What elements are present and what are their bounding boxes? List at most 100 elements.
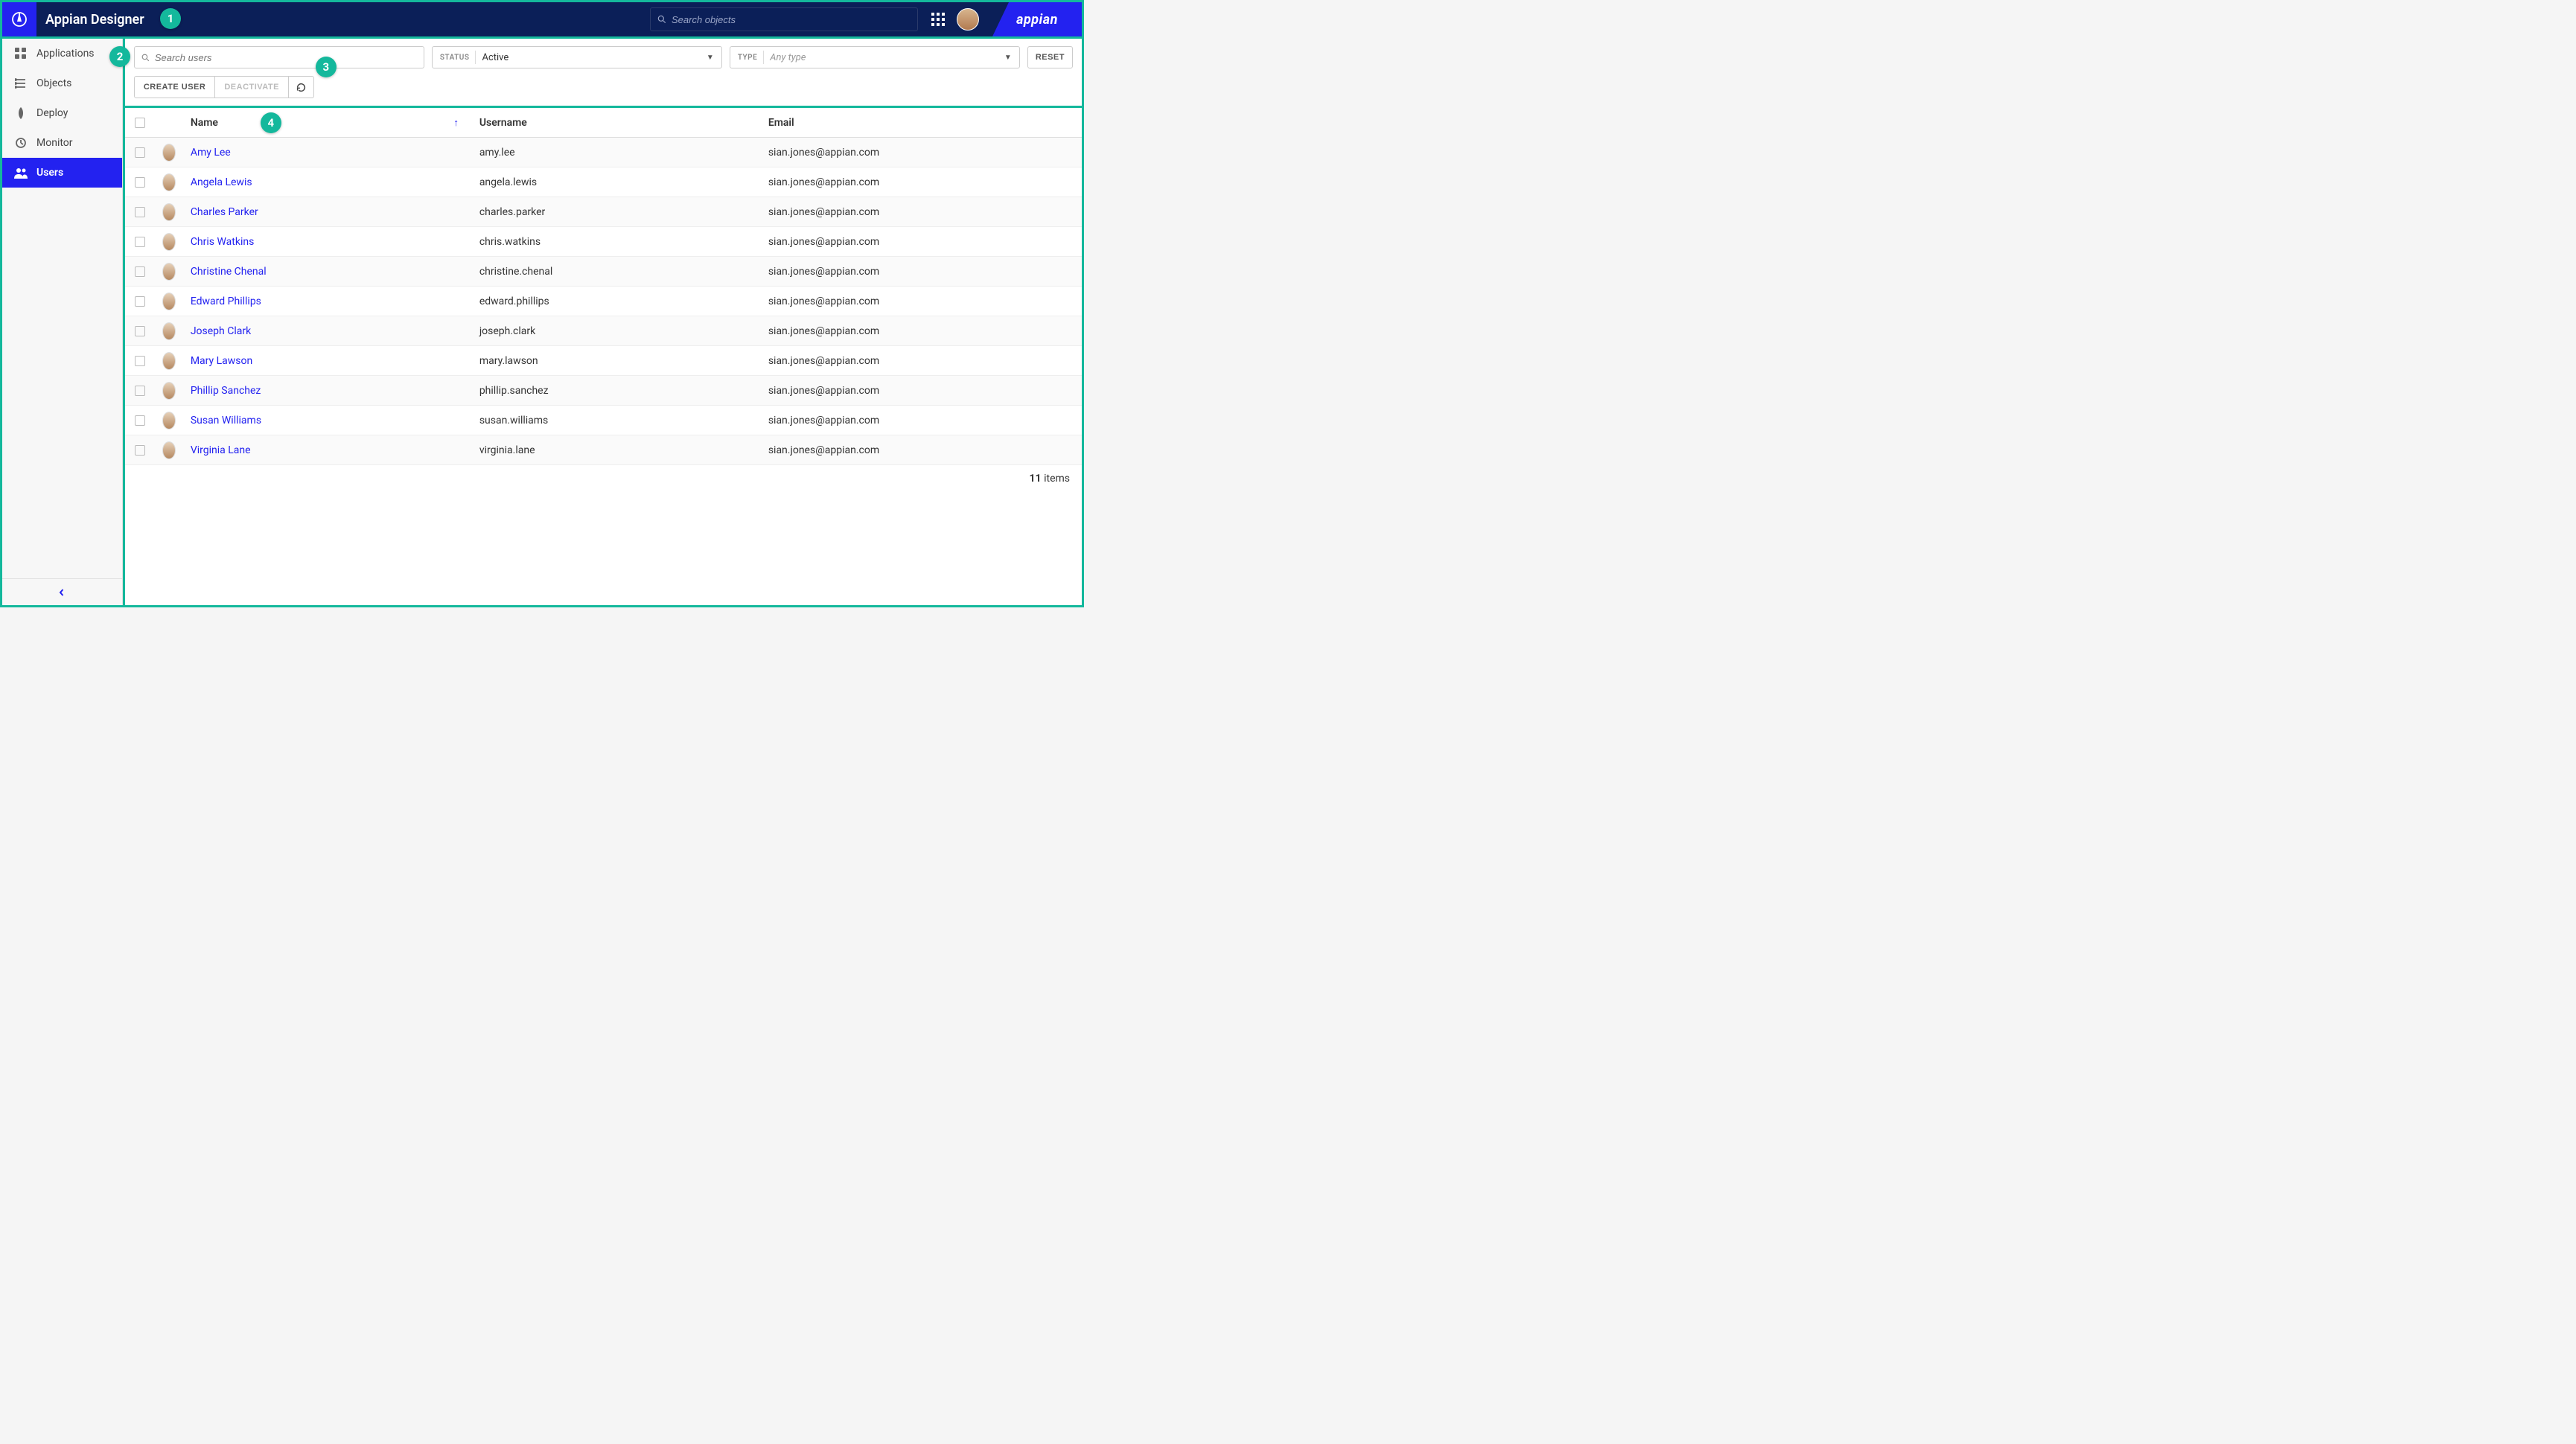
row-checkbox[interactable] <box>135 386 145 396</box>
row-checkbox[interactable] <box>135 296 145 307</box>
sidebar-item-monitor[interactable]: Monitor <box>2 128 122 158</box>
table-row: Amy Lee amy.lee sian.jones@appian.com <box>125 138 1082 167</box>
user-name-link[interactable]: Amy Lee <box>191 147 231 159</box>
select-all-checkbox[interactable] <box>135 118 145 128</box>
table-row: Susan Williams susan.williams sian.jones… <box>125 406 1082 435</box>
row-checkbox[interactable] <box>135 237 145 247</box>
row-checkbox[interactable] <box>135 326 145 336</box>
search-icon <box>141 53 150 63</box>
refresh-button[interactable] <box>289 76 314 98</box>
user-avatar[interactable] <box>957 8 979 31</box>
app-logo[interactable] <box>2 2 36 36</box>
items-count: 11 <box>1030 473 1042 485</box>
user-name-link[interactable]: Edward Phillips <box>191 295 261 307</box>
actions-row: CREATE USER DEACTIVATE <box>125 68 1082 106</box>
column-email[interactable]: Email <box>761 117 1082 129</box>
sidebar-item-label: Users <box>36 167 63 179</box>
callout-4: 4 <box>261 112 281 133</box>
sidebar: 2 Applications Objects Deploy <box>2 39 123 605</box>
sidebar-collapse[interactable] <box>2 578 122 605</box>
compass-icon <box>10 10 28 28</box>
status-select[interactable]: STATUS Active ▼ <box>432 46 722 68</box>
global-search-input[interactable] <box>672 14 911 25</box>
content-pane: 3 STATUS Active ▼ TYPE <box>123 39 1082 605</box>
sidebar-item-label: Objects <box>36 77 71 89</box>
user-name-link[interactable]: Phillip Sanchez <box>191 385 261 397</box>
user-name-link[interactable]: Christine Chenal <box>191 266 267 278</box>
search-icon <box>657 14 667 25</box>
sidebar-item-label: Deploy <box>36 107 68 119</box>
sidebar-item-applications[interactable]: Applications <box>2 39 122 68</box>
caret-down-icon: ▼ <box>707 54 714 62</box>
table-row: Virginia Lane virginia.lane sian.jones@a… <box>125 435 1082 465</box>
table-row: Christine Chenal christine.chenal sian.j… <box>125 257 1082 287</box>
user-name-link[interactable]: Charles Parker <box>191 206 258 218</box>
user-avatar-sm <box>162 263 176 281</box>
user-name-link[interactable]: Susan Williams <box>191 415 261 427</box>
user-email: sian.jones@appian.com <box>768 385 879 397</box>
row-checkbox[interactable] <box>135 266 145 277</box>
user-name-link[interactable]: Mary Lawson <box>191 355 252 367</box>
type-value: Any type <box>770 52 806 63</box>
user-username: charles.parker <box>479 206 546 218</box>
row-checkbox[interactable] <box>135 445 145 456</box>
create-user-button[interactable]: CREATE USER <box>134 76 216 98</box>
user-search[interactable] <box>134 46 424 68</box>
app-title: Appian Designer <box>45 12 144 28</box>
user-search-input[interactable] <box>155 52 418 63</box>
callout-3: 3 <box>316 57 337 77</box>
table-row: Joseph Clark joseph.clark sian.jones@app… <box>125 316 1082 346</box>
user-username: susan.williams <box>479 415 548 427</box>
type-select[interactable]: TYPE Any type ▼ <box>730 46 1020 68</box>
sidebar-item-label: Applications <box>36 48 95 60</box>
user-avatar-sm <box>162 203 176 221</box>
user-avatar-sm <box>162 144 176 162</box>
table-row: Mary Lawson mary.lawson sian.jones@appia… <box>125 346 1082 376</box>
user-username: mary.lawson <box>479 355 538 367</box>
user-avatar-sm <box>162 322 176 340</box>
user-avatar-sm <box>162 173 176 191</box>
reset-button[interactable]: RESET <box>1027 46 1073 68</box>
brand-badge: appian <box>992 2 1082 36</box>
status-value: Active <box>482 52 508 63</box>
user-name-link[interactable]: Joseph Clark <box>191 325 251 337</box>
objects-icon <box>14 77 28 89</box>
refresh-icon <box>296 83 306 92</box>
table-row: Angela Lewis angela.lewis sian.jones@app… <box>125 167 1082 197</box>
user-username: phillip.sanchez <box>479 385 549 397</box>
row-checkbox[interactable] <box>135 207 145 217</box>
type-label: TYPE <box>738 54 757 62</box>
applications-icon <box>14 48 28 60</box>
chevron-left-icon <box>58 589 66 596</box>
column-name[interactable]: Name ↑ <box>183 117 472 129</box>
caret-down-icon: ▼ <box>1004 54 1012 62</box>
monitor-icon <box>14 137 28 149</box>
user-email: sian.jones@appian.com <box>768 444 879 456</box>
row-checkbox[interactable] <box>135 356 145 366</box>
user-avatar-sm <box>162 233 176 251</box>
user-name-link[interactable]: Chris Watkins <box>191 236 255 248</box>
deploy-icon <box>14 107 28 119</box>
user-email: sian.jones@appian.com <box>768 295 879 307</box>
row-checkbox[interactable] <box>135 147 145 158</box>
column-username[interactable]: Username <box>472 117 761 129</box>
user-email: sian.jones@appian.com <box>768 176 879 188</box>
user-name-link[interactable]: Virginia Lane <box>191 444 251 456</box>
global-search[interactable] <box>650 7 918 31</box>
user-username: angela.lewis <box>479 176 537 188</box>
user-username: virginia.lane <box>479 444 535 456</box>
row-checkbox[interactable] <box>135 415 145 426</box>
filters-row: STATUS Active ▼ TYPE Any type ▼ RESET <box>125 39 1082 68</box>
user-avatar-sm <box>162 412 176 429</box>
user-username: chris.watkins <box>479 236 541 248</box>
sidebar-item-objects[interactable]: Objects <box>2 68 122 98</box>
user-name-link[interactable]: Angela Lewis <box>191 176 252 188</box>
users-icon <box>14 167 28 179</box>
user-email: sian.jones@appian.com <box>768 147 879 159</box>
user-email: sian.jones@appian.com <box>768 266 879 278</box>
sidebar-item-users[interactable]: Users <box>2 158 122 188</box>
user-username: christine.chenal <box>479 266 552 278</box>
apps-grid-button[interactable] <box>925 7 951 32</box>
sidebar-item-deploy[interactable]: Deploy <box>2 98 122 128</box>
row-checkbox[interactable] <box>135 177 145 188</box>
